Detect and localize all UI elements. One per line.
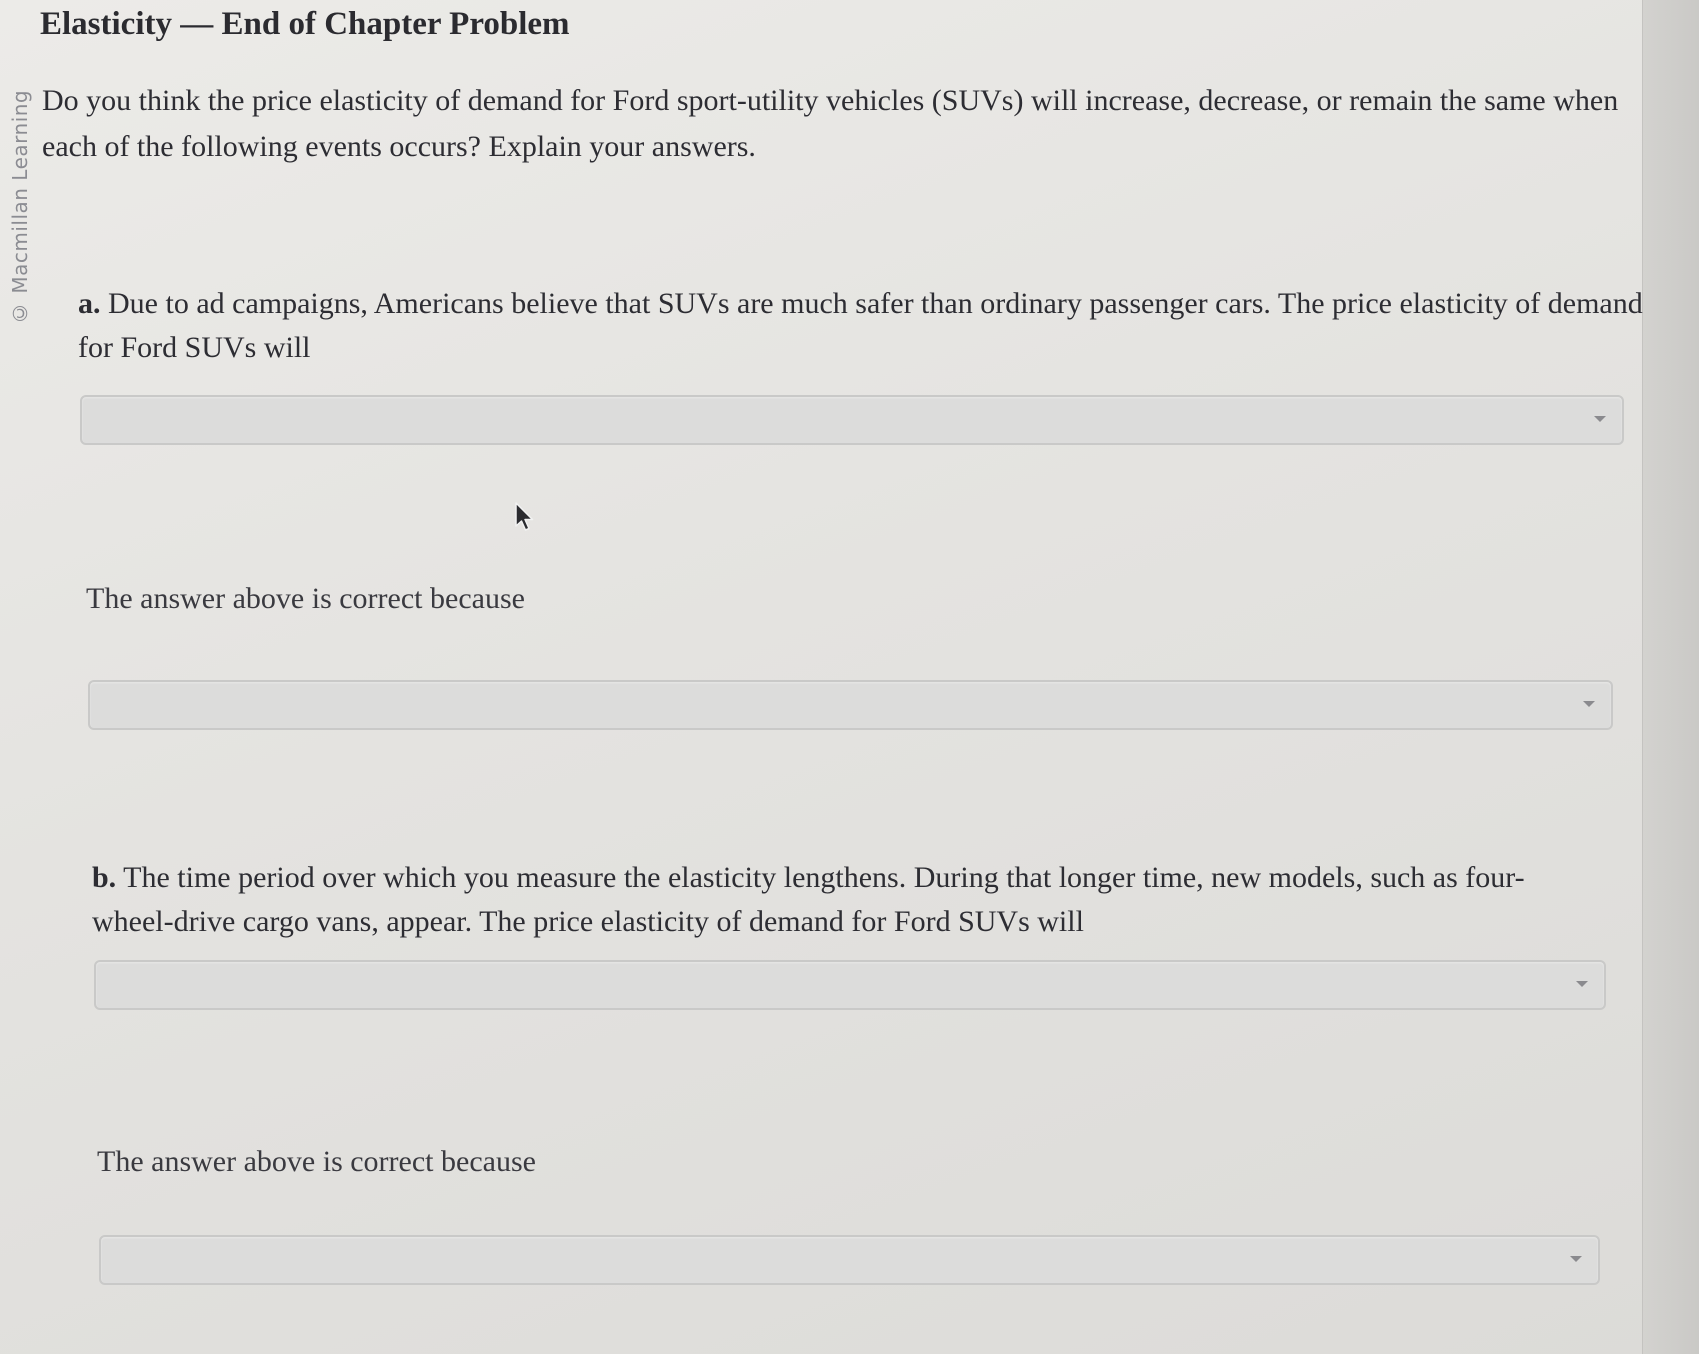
- chevron-down-icon: [1576, 981, 1588, 987]
- question-a-because-dropdown[interactable]: [88, 680, 1613, 730]
- question-b-text: b. The time period over which you measur…: [92, 856, 1572, 944]
- question-b-label: b.: [92, 861, 117, 894]
- question-a-text: a. Due to ad campaigns, Americans believ…: [78, 282, 1648, 370]
- question-b-because-label: The answer above is correct because: [97, 1145, 536, 1178]
- page-title: Elasticity — End of Chapter Problem: [40, 6, 570, 42]
- chevron-down-icon: [1570, 1256, 1582, 1262]
- question-b-prompt: The time period over which you measure t…: [92, 861, 1525, 938]
- question-a-because-label: The answer above is correct because: [86, 582, 525, 615]
- chevron-down-icon: [1583, 701, 1595, 707]
- question-b-answer-dropdown[interactable]: [94, 960, 1606, 1010]
- question-a-answer-dropdown[interactable]: [80, 395, 1624, 445]
- mouse-pointer-icon: [515, 502, 534, 531]
- page-edge: [1642, 0, 1699, 1354]
- problem-intro: Do you think the price elasticity of dem…: [42, 84, 1619, 163]
- question-a-label: a.: [78, 287, 101, 320]
- question-b-because-dropdown[interactable]: [99, 1235, 1600, 1285]
- chevron-down-icon: [1594, 416, 1606, 422]
- copyright-watermark: © Macmillan Learning: [8, 89, 32, 325]
- question-a-prompt: Due to ad campaigns, Americans believe t…: [78, 287, 1643, 364]
